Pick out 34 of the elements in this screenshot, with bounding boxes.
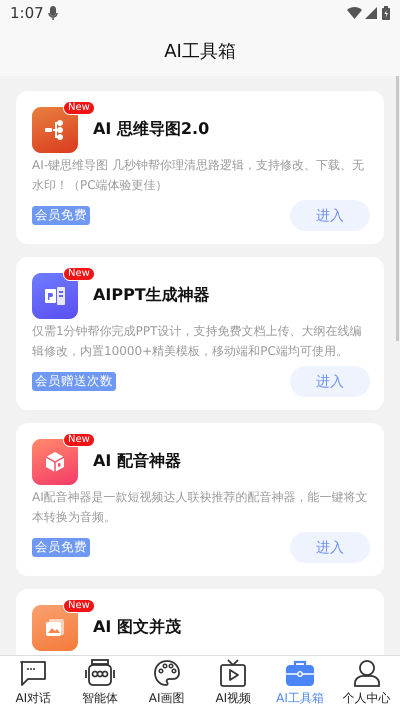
tab-item[interactable]: AI对话 xyxy=(0,656,67,711)
cube-icon xyxy=(43,450,67,474)
tool-description: AI-键思维导图 几秒钟帮你理清思路逻辑，支持修改、下载、无水印！（PC端体验更佳） xyxy=(32,157,365,194)
new-badge: New xyxy=(63,267,95,281)
toolbox-icon xyxy=(285,659,316,687)
wifi-icon xyxy=(347,7,362,19)
presentation-icon xyxy=(43,284,67,308)
member-tag: 会员赠送次数 xyxy=(32,372,116,391)
tab-item[interactable]: 智能体 xyxy=(66,656,134,711)
palette-icon xyxy=(152,659,181,687)
new-badge: New xyxy=(63,433,95,447)
tool-title: AI 思维导图2.0 xyxy=(93,118,210,140)
signal-icon xyxy=(365,7,377,19)
tool-title: AI 配音神器 xyxy=(93,450,181,472)
new-badge: New xyxy=(63,599,95,613)
member-tag: 会员免费 xyxy=(32,538,90,557)
tv-play-icon xyxy=(219,659,248,687)
tab-item[interactable]: AI视频 xyxy=(200,656,267,711)
battery-icon xyxy=(382,6,390,20)
tool-description: 仅需1分钟帮你完成PPT设计，支持免费文档上传、大纲在线编辑修改，内置10000+精美模板，移动端和PC端均可使用。 xyxy=(32,323,362,360)
tab-item[interactable]: 个人中心 xyxy=(333,656,400,711)
chat-icon xyxy=(19,659,48,687)
tool-description: AI配音神器是一款短视频达人联袂推荐的配音神器，能一键将文本转换为音频。 xyxy=(32,489,369,526)
robot-icon xyxy=(84,659,116,687)
tab-item[interactable]: AI画图 xyxy=(133,656,200,711)
microphone-icon xyxy=(48,6,58,20)
page-title: AI工具箱 xyxy=(164,40,236,63)
person-icon xyxy=(352,659,381,687)
mindmap-icon xyxy=(44,119,66,141)
tool-title: AI 图文并茂 xyxy=(93,616,181,638)
member-tag: 会员免费 xyxy=(32,206,90,225)
tool-title: AIPPT生成神器 xyxy=(93,284,210,306)
status-time: 1:07 xyxy=(10,4,44,22)
new-badge: New xyxy=(63,101,95,115)
